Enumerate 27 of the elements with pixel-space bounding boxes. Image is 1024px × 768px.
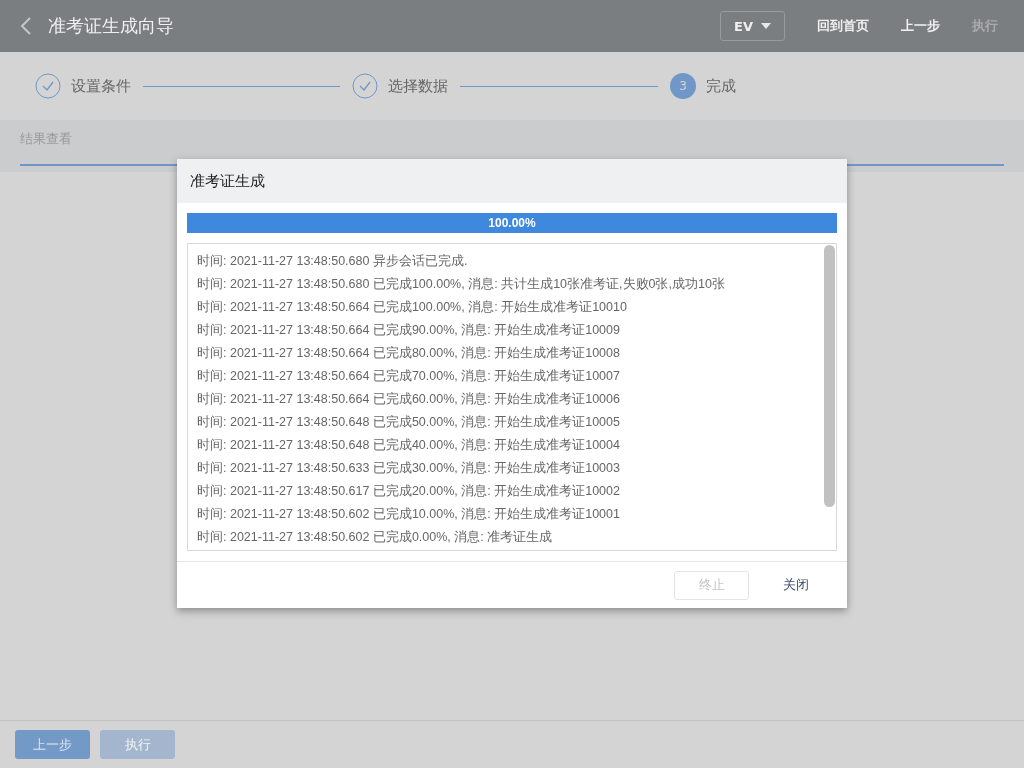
log-line: 时间: 2021-11-27 13:48:50.664 已完成90.00%, 消息: 开始生成准考证10009 [197,322,621,339]
log-line: 时间: 2021-11-27 13:48:50.602 已完成10.00%, 消息: 开始生成准考证10001 [197,506,621,523]
header-button[interactable]: 上一步 [889,17,952,35]
scrollbar-thumb[interactable] [824,245,835,507]
log-line: 时间: 2021-11-27 13:48:50.648 已完成50.00%, 消息: 开始生成准考证10005 [197,414,621,431]
log-line: 时间: 2021-11-27 13:48:50.680 异步会话已完成. [197,253,469,270]
log-line: 时间: 2021-11-27 13:48:50.617 已完成20.00%, 消息: 开始生成准考证10002 [197,483,621,500]
dialog-title: 准考证生成 [190,171,265,191]
header-button[interactable]: 回到首页 [805,17,881,35]
footer-button[interactable]: 上一步 [15,730,90,759]
step-label: 选择数据 [388,76,448,96]
progress-reading: 100.00% [487,215,537,232]
log-line: 时间: 2021-11-27 13:48:50.664 已完成70.00%, 消息: 开始生成准考证10007 [197,368,621,385]
log-line: 时间: 2021-11-27 13:48:50.633 已完成30.00%, 消息: 开始生成准考证10003 [197,460,621,477]
log-line: 时间: 2021-11-27 13:48:50.664 已完成60.00%, 消息: 开始生成准考证10006 [197,391,621,408]
log-line: 时间: 2021-11-27 13:48:50.602 已完成0.00%, 消息: 准考证生成 [197,529,554,546]
caret-icon [760,23,771,29]
language-dropdown[interactable]: EV [720,11,785,41]
log-line: 时间: 2021-11-27 13:48:50.648 已完成40.00%, 消息: 开始生成准考证10004 [197,437,621,454]
page-title: 准考证生成向导 [48,14,174,38]
log-line: 时间: 2021-11-27 13:48:50.664 已完成100.00%, 消息: 开始生成准考证10010 [197,299,628,316]
step-label: 设置条件 [71,76,131,96]
log-line: 时间: 2021-11-27 13:48:50.664 已完成80.00%, 消息: 开始生成准考证10008 [197,345,621,362]
dialog-button[interactable]: 关闭 [771,570,821,600]
step-number: 3 [670,73,696,99]
step-label: 完成 [706,76,736,96]
log-line: 时间: 2021-11-27 13:48:50.680 已完成100.00%, 消息: 共计生成10张准考证,失败0张,成功10张 [197,276,726,293]
